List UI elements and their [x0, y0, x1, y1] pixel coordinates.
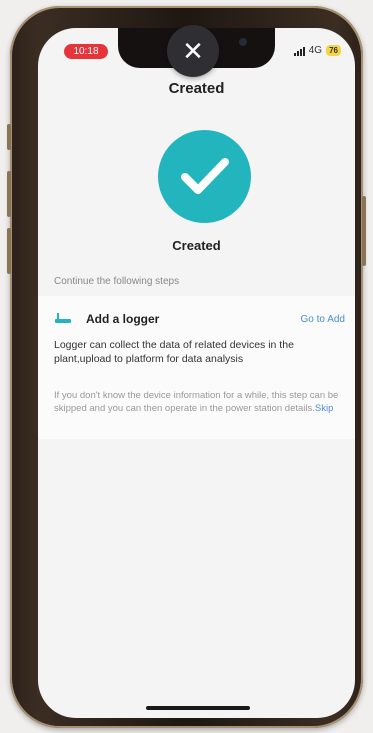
- steps-intro: Continue the following steps: [54, 276, 180, 287]
- step-card-add-logger: Add a logger Go to Add Logger can collec…: [38, 296, 355, 439]
- mute-switch: [7, 124, 11, 150]
- skip-note-text: If you don't know the device information…: [54, 390, 339, 414]
- volume-up-button: [7, 171, 11, 217]
- result-label: Created: [172, 238, 221, 253]
- app-screen: 10:18 4G 76 Created Created Continue the…: [38, 28, 355, 718]
- skip-note: If you don't know the device information…: [54, 389, 350, 415]
- step-title: Add a logger: [86, 312, 160, 326]
- signal-icon: [293, 46, 305, 56]
- status-time: 10:18: [64, 44, 108, 59]
- logger-icon: [55, 313, 71, 323]
- power-button: [362, 196, 366, 266]
- success-check-icon: [158, 130, 251, 223]
- battery-icon: 76: [326, 45, 341, 56]
- phone-frame: 10:18 4G 76 Created Created Continue the…: [7, 6, 366, 728]
- status-indicators: 4G 76: [293, 45, 341, 56]
- page-title: Created: [168, 80, 225, 97]
- volume-down-button: [7, 228, 11, 274]
- step-description: Logger can collect the data of related d…: [54, 339, 294, 365]
- skip-link[interactable]: Skip: [315, 403, 333, 414]
- go-to-add-link[interactable]: Go to Add: [301, 314, 345, 325]
- home-indicator[interactable]: [146, 706, 250, 710]
- front-camera: [239, 38, 247, 46]
- close-icon[interactable]: ✕: [167, 25, 219, 77]
- network-type: 4G: [308, 45, 323, 56]
